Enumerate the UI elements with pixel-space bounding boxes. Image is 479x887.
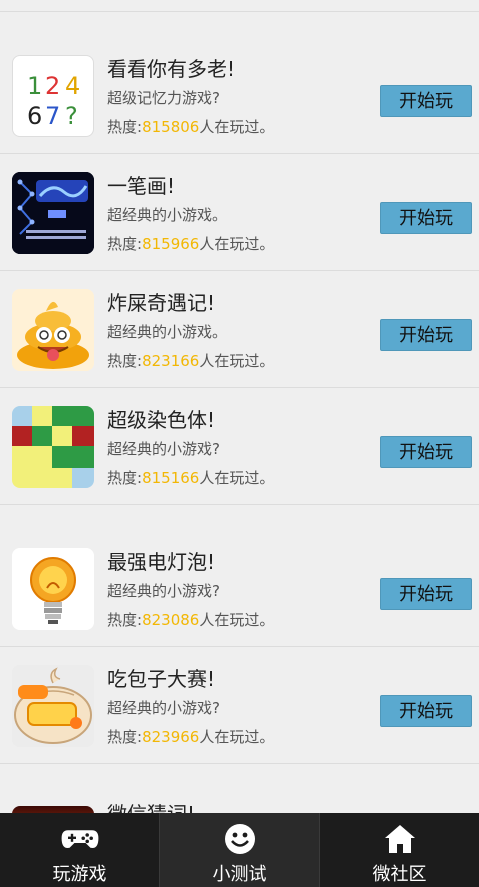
start-play-button[interactable]: 开始玩 [380,578,472,610]
heat-suffix: 人在玩过。 [199,728,275,746]
start-play-button[interactable]: 开始玩 [380,85,472,117]
game-desc: 超经典的小游戏? [107,440,220,458]
heat-suffix: 人在玩过。 [199,469,275,487]
game-list: 1 2 4 6 7 ? 看看你有多老! 超级记忆力游戏? 热度:815806人在… [0,0,479,887]
game-title: 最强电灯泡! [107,550,216,574]
digit-1: 1 [27,72,42,100]
game-heat: 热度:823166人在玩过。 [107,350,274,371]
tab-quizzes[interactable]: 小测试 [160,813,320,887]
poop-face-icon[interactable] [12,289,94,371]
heat-suffix: 人在玩过。 [199,352,275,370]
game-desc: 超经典的小游戏。 [107,206,228,224]
start-play-button[interactable]: 开始玩 [380,436,472,468]
digit-7: 7 [45,102,60,130]
start-play-button[interactable]: 开始玩 [380,202,472,234]
house-icon [380,822,420,856]
light-bulb-icon[interactable] [12,548,94,630]
steamed-bun-icon[interactable] [12,665,94,747]
game-desc: 超经典的小游戏? [107,582,220,600]
game-heat: 热度:815966人在玩过。 [107,233,274,254]
one-stroke-icon[interactable] [12,172,94,254]
game-row[interactable]: 最强电灯泡! 超经典的小游戏? 热度:823086人在玩过。 开始玩 [0,530,479,647]
game-desc: 超经典的小游戏。 [107,323,228,341]
game-row[interactable]: 1 2 4 6 7 ? 看看你有多老! 超级记忆力游戏? 热度:815806人在… [0,37,479,154]
heat-suffix: 人在玩过。 [199,611,275,629]
heat-prefix: 热度: [107,611,143,629]
game-row[interactable]: 一笔画! 超经典的小游戏。 热度:815966人在玩过。 开始玩 [0,154,479,271]
tab-play-games[interactable]: 玩游戏 [0,813,160,887]
start-play-button[interactable]: 开始玩 [380,695,472,727]
heat-count: 815966 [142,235,200,253]
digit-4: 4 [65,72,80,100]
game-heat: 热度:815166人在玩过。 [107,467,274,488]
heat-prefix: 热度: [107,118,143,136]
tab-community[interactable]: 微社区 [320,813,479,887]
tab-label: 小测试 [212,864,267,885]
game-title: 吃包子大赛! [107,667,216,691]
heat-count: 815806 [142,118,200,136]
game-title: 超级染色体! [107,408,216,432]
game-heat: 热度:823966人在玩过。 [107,726,274,747]
game-heat: 热度:815806人在玩过。 [107,116,274,137]
smiley-icon [220,822,260,856]
heat-count: 815166 [142,469,200,487]
gamepad-icon [60,822,100,856]
tab-label: 玩游戏 [52,864,107,885]
heat-prefix: 热度: [107,352,143,370]
heat-suffix: 人在玩过。 [199,235,275,253]
heat-count: 823086 [142,611,200,629]
heat-prefix: 热度: [107,235,143,253]
bottom-tab-bar: 玩游戏 小测试 微社区 [0,813,479,887]
game-row[interactable]: 超级染色体! 超经典的小游戏? 热度:815166人在玩过。 开始玩 [0,388,479,505]
heat-prefix: 热度: [107,728,143,746]
heat-prefix: 热度: [107,469,143,487]
game-row[interactable]: 吃包子大赛! 超经典的小游戏? 热度:823966人在玩过。 开始玩 [0,647,479,764]
heat-count: 823166 [142,352,200,370]
game-desc: 超级记忆力游戏? [107,89,220,107]
heat-count: 823966 [142,728,200,746]
question-mark: ? [65,102,78,130]
game-heat: 热度:823086人在玩过。 [107,609,274,630]
digit-6: 6 [27,102,42,130]
digit-2: 2 [45,72,60,100]
game-desc: 超经典的小游戏? [107,699,220,717]
start-play-button[interactable]: 开始玩 [380,319,472,351]
color-grid-icon[interactable] [12,406,94,488]
game-title: 炸屎奇遇记! [107,291,216,315]
tab-label: 微社区 [372,864,427,885]
game-title: 看看你有多老! [107,57,236,81]
game-row[interactable]: 炸屎奇遇记! 超经典的小游戏。 热度:823166人在玩过。 开始玩 [0,271,479,388]
digits-1247-icon[interactable]: 1 2 4 6 7 ? [12,55,94,137]
game-title: 一笔画! [107,174,176,198]
heat-suffix: 人在玩过。 [199,118,275,136]
